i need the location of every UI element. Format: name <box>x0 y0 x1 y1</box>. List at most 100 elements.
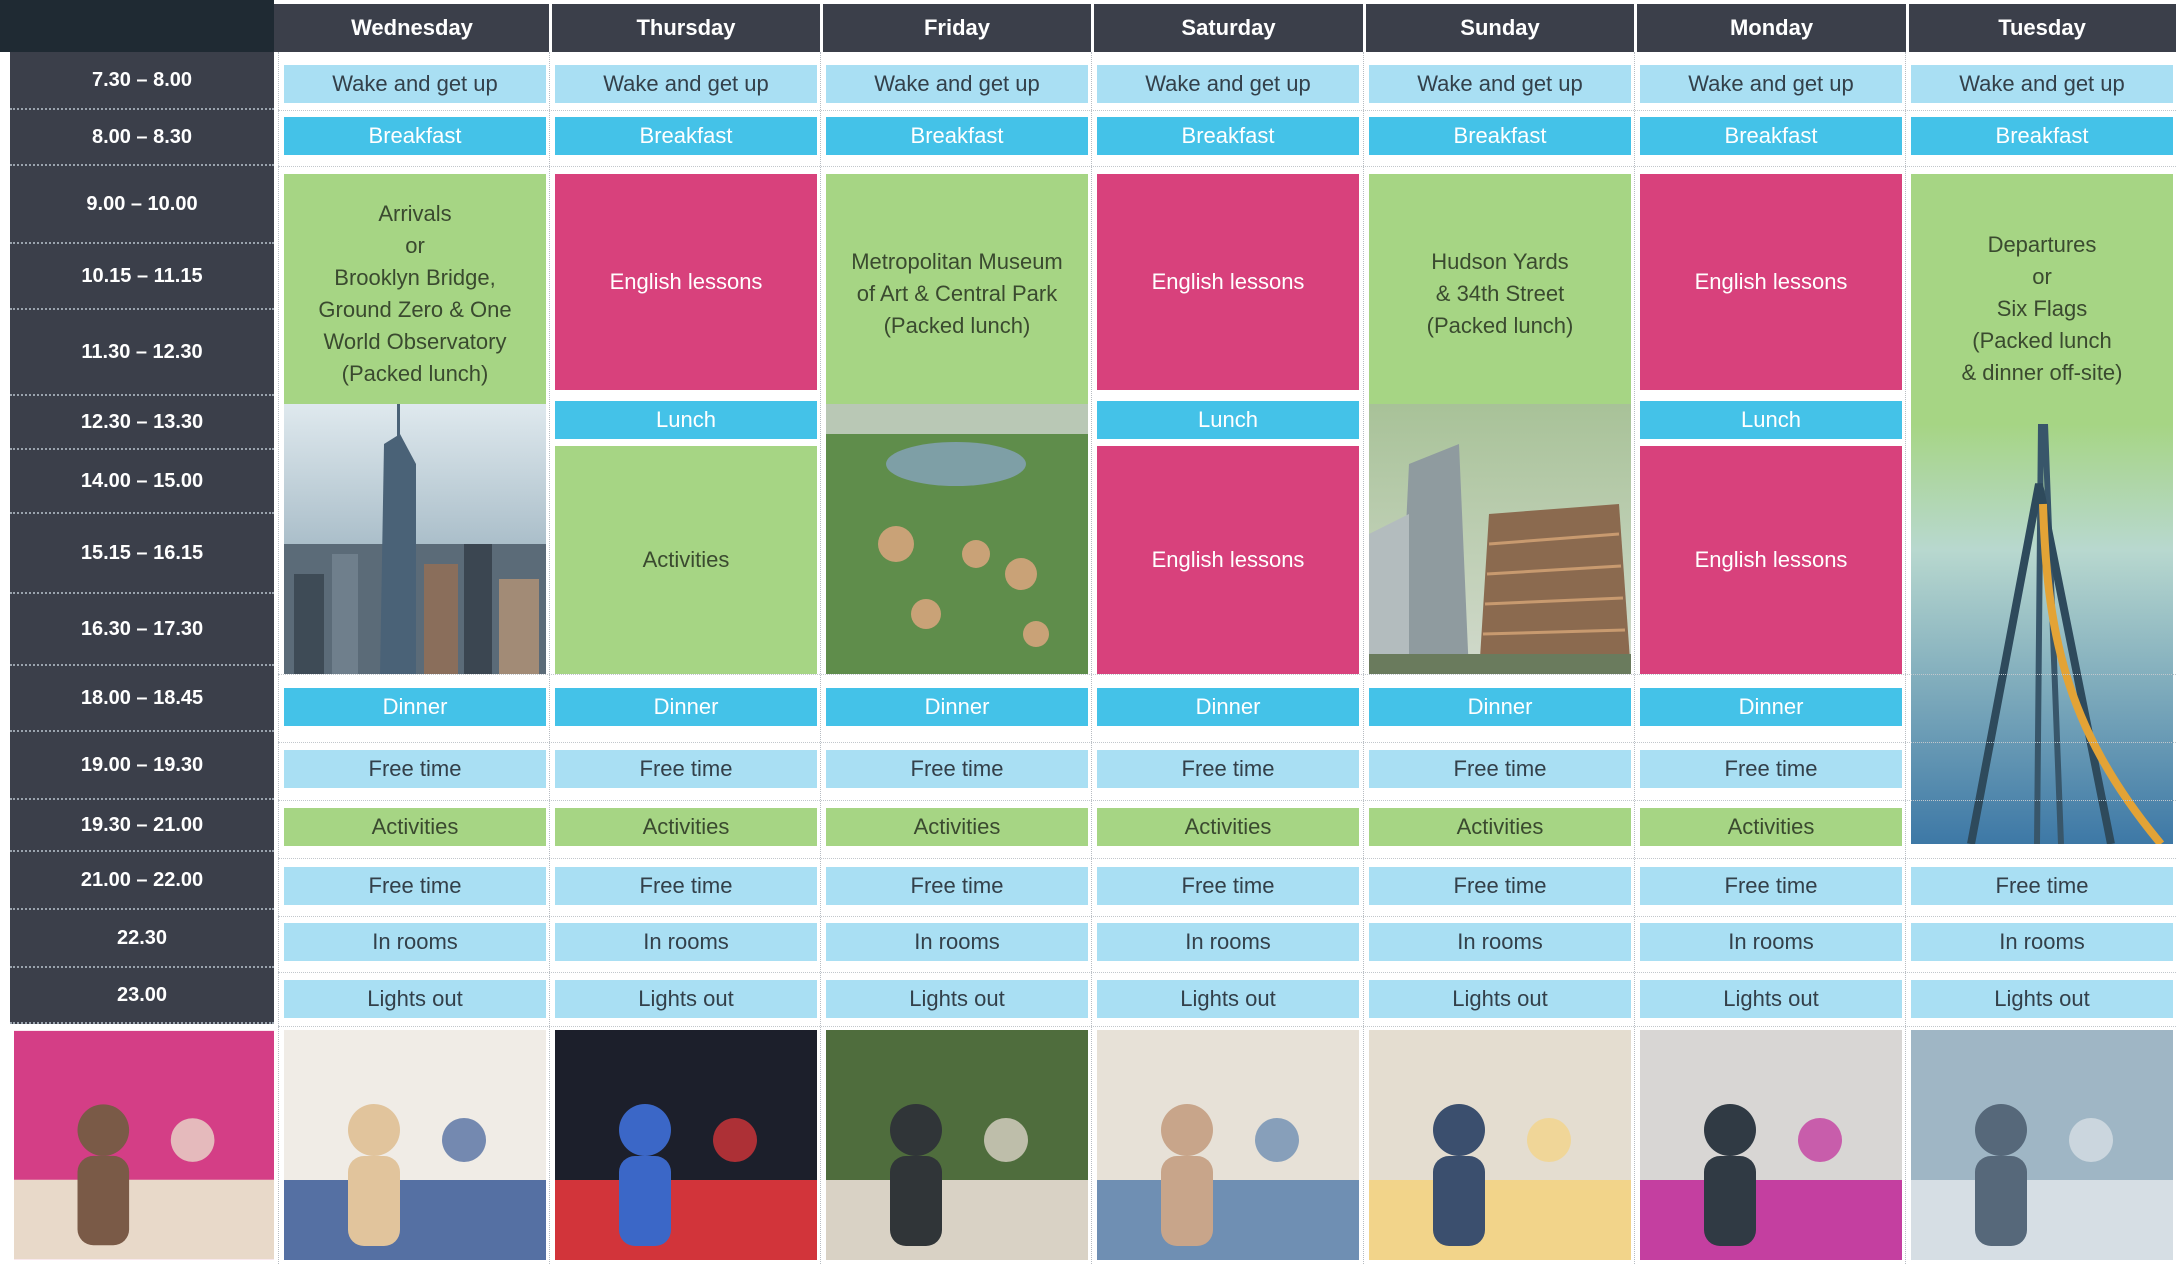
free-time-block: Free time <box>284 867 546 905</box>
activity-photo <box>1369 1030 1631 1260</box>
time-slot-label: 9.00 – 10.00 <box>10 166 274 244</box>
row-separator <box>278 166 2176 167</box>
day-header-thursday: Thursday <box>551 4 821 52</box>
dinner-block: Dinner <box>1640 688 1902 726</box>
row-separator <box>278 916 2176 917</box>
day-column-divider <box>820 52 821 1264</box>
lights-out-block: Lights out <box>284 980 546 1018</box>
activity-photo <box>1640 1030 1902 1260</box>
wake-block: Wake and get up <box>1097 65 1359 103</box>
wake-block: Wake and get up <box>826 65 1088 103</box>
excursion-sunday: Hudson Yards & 34th Street (Packed lunch… <box>1369 174 1631 414</box>
activity-photo <box>1097 1030 1359 1260</box>
day-header-wednesday: Wednesday <box>274 4 550 52</box>
activities-block: Activities <box>826 808 1088 846</box>
row-separator <box>278 1026 2176 1027</box>
day-column-divider <box>549 52 550 1264</box>
lunch-block: Lunch <box>1097 401 1359 439</box>
english-lessons-block: English lessons <box>1640 446 1902 674</box>
in-rooms-block: In rooms <box>284 923 546 961</box>
time-slot-label: 22.30 <box>10 910 274 968</box>
row-separator <box>278 972 2176 973</box>
day-header-monday: Monday <box>1636 4 1907 52</box>
time-slot-label: 19.00 – 19.30 <box>10 732 274 800</box>
dinner-block: Dinner <box>826 688 1088 726</box>
header-separator <box>820 4 823 52</box>
english-lessons-block: English lessons <box>555 174 817 390</box>
header-separator <box>1091 4 1094 52</box>
time-slot-label: 18.00 – 18.45 <box>10 666 274 732</box>
breakfast-block: Breakfast <box>1369 117 1631 155</box>
time-slot-label: 15.15 – 16.15 <box>10 514 274 594</box>
header-separator <box>549 4 552 52</box>
excursion-friday: Metropolitan Museum of Art & Central Par… <box>826 174 1088 414</box>
day-header-sunday: Sunday <box>1365 4 1635 52</box>
time-slot-label: 10.15 – 11.15 <box>10 244 274 310</box>
lunch-block: Lunch <box>1640 401 1902 439</box>
breakfast-block: Breakfast <box>1097 117 1359 155</box>
free-time-block: Free time <box>1640 750 1902 788</box>
breakfast-block: Breakfast <box>555 117 817 155</box>
dinner-block: Dinner <box>555 688 817 726</box>
free-time-block: Free time <box>826 867 1088 905</box>
free-time-block: Free time <box>1097 750 1359 788</box>
day-column-divider <box>1634 52 1635 1264</box>
lunch-block: Lunch <box>555 401 817 439</box>
header-corner <box>0 0 274 52</box>
row-separator <box>278 800 2176 801</box>
dinner-block: Dinner <box>284 688 546 726</box>
city-skyline-illustration <box>284 404 546 674</box>
excursion-wednesday: Arrivals or Brooklyn Bridge, Ground Zero… <box>284 174 546 414</box>
lights-out-block: Lights out <box>826 980 1088 1018</box>
in-rooms-block: In rooms <box>1369 923 1631 961</box>
roller-coaster-illustration <box>1911 424 2173 844</box>
lights-out-block: Lights out <box>555 980 817 1018</box>
day-column-divider <box>278 52 279 1264</box>
central-park-illustration <box>826 404 1088 674</box>
time-slot-label: 21.00 – 22.00 <box>10 852 274 910</box>
english-lessons-block: English lessons <box>1097 446 1359 674</box>
in-rooms-block: In rooms <box>1911 923 2173 961</box>
lights-out-block: Lights out <box>1640 980 1902 1018</box>
in-rooms-block: In rooms <box>1097 923 1359 961</box>
time-slot-label: 23.00 <box>10 968 274 1024</box>
wake-block: Wake and get up <box>284 65 546 103</box>
free-time-block: Free time <box>555 867 817 905</box>
activity-photo <box>826 1030 1088 1260</box>
breakfast-block: Breakfast <box>284 117 546 155</box>
free-time-block: Free time <box>1369 750 1631 788</box>
activities-block: Activities <box>555 446 817 674</box>
wake-block: Wake and get up <box>555 65 817 103</box>
row-separator <box>278 742 2176 743</box>
free-time-block: Free time <box>1369 867 1631 905</box>
activities-block: Activities <box>284 808 546 846</box>
hudson-yards-illustration <box>1369 404 1631 674</box>
activity-photo <box>1911 1030 2173 1260</box>
row-separator <box>278 110 2176 111</box>
breakfast-block: Breakfast <box>826 117 1088 155</box>
row-separator <box>278 858 2176 859</box>
wake-block: Wake and get up <box>1911 65 2173 103</box>
dinner-block: Dinner <box>1097 688 1359 726</box>
header-separator <box>1906 4 1909 52</box>
time-slot-label: 16.30 – 17.30 <box>10 594 274 666</box>
lights-out-block: Lights out <box>1097 980 1359 1018</box>
breakfast-block: Breakfast <box>1640 117 1902 155</box>
wake-block: Wake and get up <box>1640 65 1902 103</box>
free-time-block: Free time <box>284 750 546 788</box>
activities-block: Activities <box>1640 808 1902 846</box>
lights-out-block: Lights out <box>1369 980 1631 1018</box>
activities-block: Activities <box>555 808 817 846</box>
day-header-tuesday: Tuesday <box>1908 4 2176 52</box>
time-slot-label: 7.30 – 8.00 <box>10 52 274 110</box>
in-rooms-block: In rooms <box>555 923 817 961</box>
breakfast-block: Breakfast <box>1911 117 2173 155</box>
activity-photo <box>555 1030 817 1260</box>
row-separator <box>278 674 2176 675</box>
header-separator <box>1634 4 1637 52</box>
in-rooms-block: In rooms <box>1640 923 1902 961</box>
day-column-divider <box>1091 52 1092 1264</box>
excursion-tuesday: Departures or Six Flags (Packed lunch & … <box>1911 174 2173 444</box>
free-time-block: Free time <box>1640 867 1902 905</box>
english-lessons-block: English lessons <box>1640 174 1902 390</box>
